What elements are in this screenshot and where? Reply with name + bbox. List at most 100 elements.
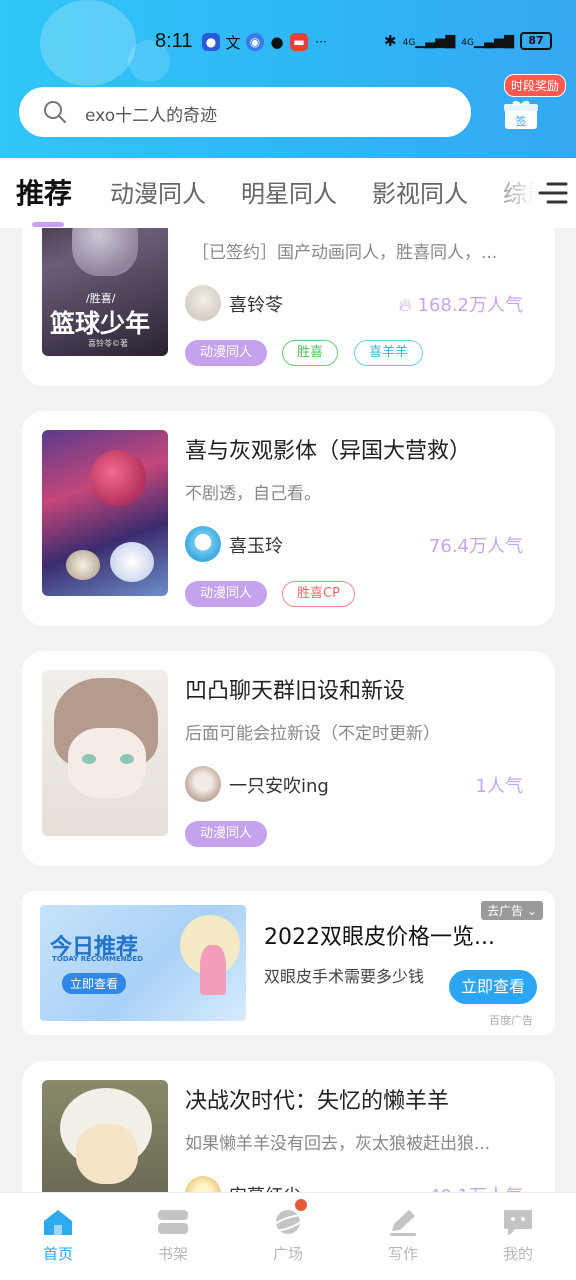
- cover-art: [90, 450, 146, 506]
- more-notifications-icon: ···: [315, 35, 327, 49]
- ad-image: 今日推荐 TODAY RECOMMENDED 立即查看: [40, 905, 246, 1021]
- menu-icon[interactable]: [538, 180, 568, 206]
- book-cover: [42, 670, 168, 836]
- tag[interactable]: 胜喜CP: [282, 581, 355, 607]
- book-cover: [42, 430, 168, 596]
- ad-title: 2022双眼皮价格一览...: [264, 925, 495, 950]
- signal-icon-2: 4G▁▃▅▇: [461, 33, 514, 49]
- book-title: 决战次时代：失忆的懒羊羊: [185, 1089, 450, 1114]
- ad-image-subtitle: TODAY RECOMMENDED: [52, 955, 144, 963]
- nav-label: 广场: [272, 1245, 303, 1263]
- home-icon: [44, 1210, 72, 1235]
- nav-label: 写作: [387, 1245, 418, 1263]
- author-avatar: [185, 526, 221, 562]
- app-red-icon: ▬: [290, 33, 308, 51]
- book-title: 喜与灰观影体（异国大营救）: [185, 439, 472, 464]
- chat-bubble-icon: [504, 1210, 532, 1235]
- ad-source: 百度广告: [489, 1014, 533, 1027]
- bluetooth-icon: ✱: [384, 32, 397, 50]
- flame-icon: 🔥︎: [398, 295, 412, 316]
- book-card[interactable]: /胜喜/ 篮球少年 喜铃苓©著 ［已签约］国产动画同人，胜喜同人，... 喜铃苓…: [22, 228, 555, 386]
- reward-badge: 时段奖励: [504, 74, 567, 97]
- signal-icon-1: 4G▁▃▅▇: [402, 33, 456, 49]
- cover-art-eye: [82, 754, 96, 764]
- ad-card[interactable]: 今日推荐 TODAY RECOMMENDED 立即查看 2022双眼皮价格一览.…: [22, 891, 555, 1035]
- author-name: 喜铃苓: [229, 295, 283, 316]
- ad-image-button: 立即查看: [62, 973, 127, 994]
- tag[interactable]: 胜喜: [282, 340, 339, 366]
- cover-art-face: [68, 728, 146, 798]
- search-placeholder: exo十二人的奇迹: [85, 106, 218, 126]
- translate-icon: 文: [225, 33, 241, 52]
- pen-icon: [390, 1210, 416, 1236]
- nav-square[interactable]: 广场: [248, 1199, 328, 1264]
- popularity-value: 1人气: [475, 776, 523, 797]
- popularity: 🔥︎ 168.2万人气: [399, 291, 523, 317]
- header: 8:11 ● 文 ◉ ● ▬ ··· ✱ 4G▁▃▅▇ 4G▁▃▅▇ 87 ex…: [0, 0, 576, 158]
- ad-image-figure-dress: [200, 945, 226, 995]
- browser-icon: ◉: [246, 33, 264, 51]
- book-card[interactable]: 喜与灰观影体（异国大营救） 不剧透，自己看。 喜玉玲 76.4万人气 动漫同人 …: [22, 411, 555, 626]
- status-app-icons: ● 文 ◉ ● ▬ ···: [202, 33, 330, 52]
- author-avatar: [185, 766, 221, 802]
- nav-write[interactable]: 写作: [363, 1207, 443, 1264]
- nav-label: 我的: [502, 1245, 533, 1263]
- tab-indicator: [32, 222, 64, 227]
- book-card[interactable]: 凹凸聊天群旧设和新设 后面可能会拉新设（不定时更新） 一只安吹ing 1人气 动…: [22, 651, 555, 866]
- bookshelf-icon: [158, 1210, 188, 1234]
- search-bar[interactable]: exo十二人的奇迹: [19, 87, 471, 137]
- cover-art-eye: [120, 754, 134, 764]
- author-name: 喜玉玲: [229, 536, 283, 557]
- tab-film-fanfic[interactable]: 影视同人: [372, 174, 468, 209]
- planet-icon: [271, 1210, 305, 1234]
- status-bar: 8:11 ● 文 ◉ ● ▬ ··· ✱ 4G▁▃▅▇ 4G▁▃▅▇ 87: [0, 28, 576, 58]
- cover-author: 喜铃苓©著: [88, 339, 128, 348]
- book-card[interactable]: 决战次时代：失忆的懒羊羊 如果懒羊羊没有回去，灰太狼被赶出狼... 安慕红尘 4…: [22, 1061, 555, 1192]
- ad-desc: 双眼皮手术需要多少钱: [264, 967, 425, 986]
- popularity-value: 76.4万人气: [428, 536, 523, 557]
- author-name: 一只安吹ing: [229, 776, 329, 797]
- ad-view-button[interactable]: 立即查看: [449, 970, 537, 1004]
- ad-remove-button[interactable]: 去广告 ⌄: [481, 901, 543, 920]
- author-name: 安慕红尘: [229, 1182, 301, 1192]
- checkin-reward-button[interactable]: 时段奖励 签: [496, 74, 567, 144]
- notification-dot: [295, 1199, 307, 1211]
- nav-label: 书架: [157, 1245, 188, 1263]
- book-title: 凹凸聊天群旧设和新设: [185, 679, 406, 704]
- author-avatar: [185, 1176, 221, 1192]
- popularity-value: 40.1万人气: [429, 1182, 523, 1192]
- cover-title: 篮球少年: [50, 309, 151, 338]
- author-avatar: [185, 285, 221, 321]
- nav-home[interactable]: 首页: [18, 1207, 98, 1264]
- status-time: 8:11: [155, 30, 193, 52]
- tag[interactable]: 喜羊羊: [354, 340, 424, 366]
- book-desc: 如果懒羊羊没有回去，灰太狼被赶出狼...: [185, 1134, 491, 1154]
- gift-box-label: 签: [516, 114, 527, 128]
- book-desc: 后面可能会拉新设（不定时更新）: [185, 724, 440, 744]
- book-desc: 不剧透，自己看。: [185, 484, 321, 504]
- cover-art-sheep: [66, 550, 100, 580]
- nav-bookshelf[interactable]: 书架: [133, 1207, 213, 1264]
- tab-recommended[interactable]: 推荐: [16, 172, 72, 212]
- status-right: ✱ 4G▁▃▅▇ 4G▁▃▅▇ 87: [384, 32, 552, 50]
- book-feed: /胜喜/ 篮球少年 喜铃苓©著 ［已签约］国产动画同人，胜喜同人，... 喜铃苓…: [0, 228, 576, 1192]
- tab-celebrity-fanfic[interactable]: 明星同人: [241, 174, 337, 209]
- cover-art-face: [76, 1124, 138, 1184]
- tab-anime-fanfic[interactable]: 动漫同人: [110, 174, 206, 209]
- book-desc: ［已签约］国产动画同人，胜喜同人，...: [192, 243, 498, 263]
- search-icon: [44, 101, 66, 123]
- nav-profile[interactable]: 我的: [478, 1207, 558, 1264]
- tag-category[interactable]: 动漫同人: [185, 340, 268, 366]
- tag-category[interactable]: 动漫同人: [185, 821, 268, 847]
- book-cover: /胜喜/ 篮球少年 喜铃苓©著: [42, 228, 168, 356]
- message-icon: ●: [270, 33, 284, 51]
- bottom-nav: 首页 书架 广场 写作 我的: [0, 1192, 576, 1280]
- battery-icon: 87: [520, 32, 552, 50]
- gift-icon: 签: [504, 100, 538, 129]
- cover-art-sheep: [110, 542, 154, 582]
- tag-category[interactable]: 动漫同人: [185, 581, 268, 607]
- book-cover: [42, 1080, 168, 1192]
- popularity-value: 168.2万人气: [417, 295, 523, 316]
- category-tabs: 推荐 动漫同人 明星同人 影视同人 综影: [0, 158, 576, 228]
- nav-label: 首页: [42, 1245, 73, 1263]
